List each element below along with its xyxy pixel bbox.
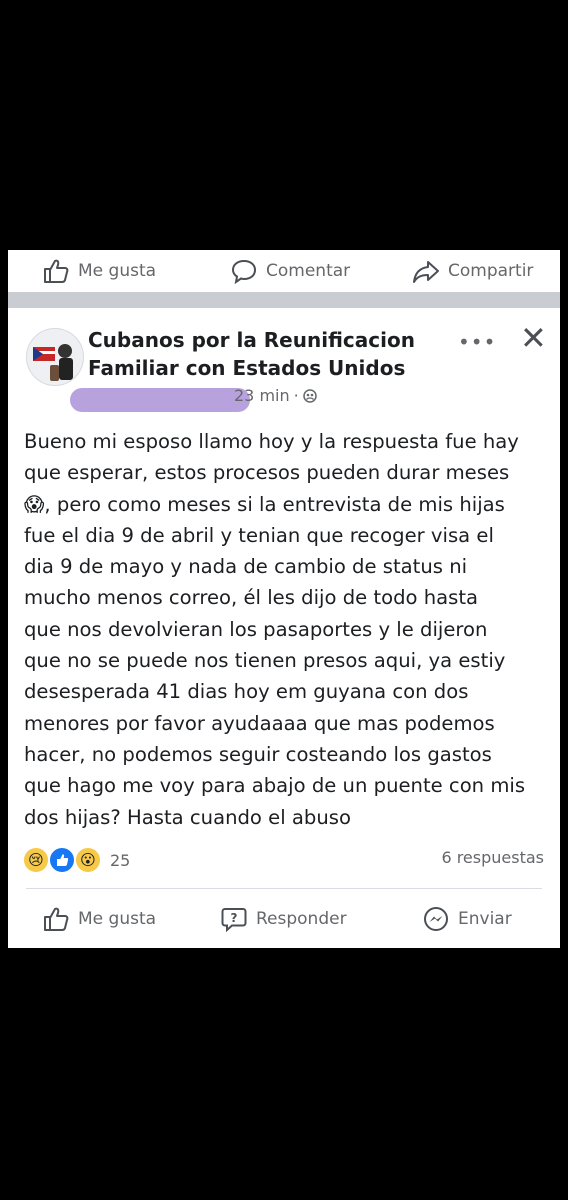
post-like-label: Me gusta (78, 909, 157, 929)
share-label: Compartir (448, 261, 534, 281)
group-avatar-image (33, 344, 73, 381)
reactions-summary[interactable]: 😢 😮 25 (22, 846, 130, 874)
messenger-icon (424, 907, 448, 931)
send-button[interactable]: Enviar (422, 906, 512, 932)
post-separator (8, 292, 560, 308)
like-label: Me gusta (78, 261, 157, 281)
post-meta: 23 min · (234, 386, 317, 405)
post-card: Cubanos por la Reunificacion Familiar co… (8, 308, 560, 948)
reaction-count: 25 (110, 850, 131, 870)
more-options-icon[interactable]: ••• (458, 330, 496, 354)
comment-label: Comentar (266, 261, 351, 281)
group-name[interactable]: Cubanos por la Reunificacion Familiar co… (88, 326, 418, 382)
comment-icon (231, 259, 257, 284)
previous-post-action-bar: Me gusta Comentar Compartir (8, 250, 560, 292)
meta-separator: · (293, 386, 299, 405)
thumbs-up-icon (44, 259, 69, 283)
comment-button[interactable]: Comentar (230, 258, 350, 284)
send-label: Enviar (458, 909, 512, 929)
wow-reaction-icon: 😮 (74, 846, 102, 874)
post-text: Bueno mi esposo llamo hoy y la respuesta… (24, 430, 526, 829)
post-time: 23 min (234, 386, 290, 405)
question-bubble-icon: ? (221, 908, 247, 932)
thumbs-up-icon (44, 907, 69, 931)
group-avatar[interactable] (26, 328, 84, 386)
like-button[interactable]: Me gusta (42, 258, 156, 284)
close-icon[interactable]: ✕ (520, 322, 547, 354)
sad-reaction-icon: 😢 (22, 846, 50, 874)
post-like-button[interactable]: Me gusta (42, 906, 156, 932)
reply-button[interactable]: ? Responder (220, 906, 347, 932)
replies-link[interactable]: 6 respuestas (441, 848, 544, 867)
svg-text:?: ? (231, 911, 238, 925)
share-button[interactable]: Compartir (412, 258, 533, 284)
redacted-author-name (70, 388, 250, 412)
group-privacy-icon (302, 388, 317, 403)
actions-divider (26, 888, 542, 889)
like-reaction-icon (48, 846, 76, 874)
reply-label: Responder (256, 909, 347, 929)
share-icon (413, 261, 439, 283)
